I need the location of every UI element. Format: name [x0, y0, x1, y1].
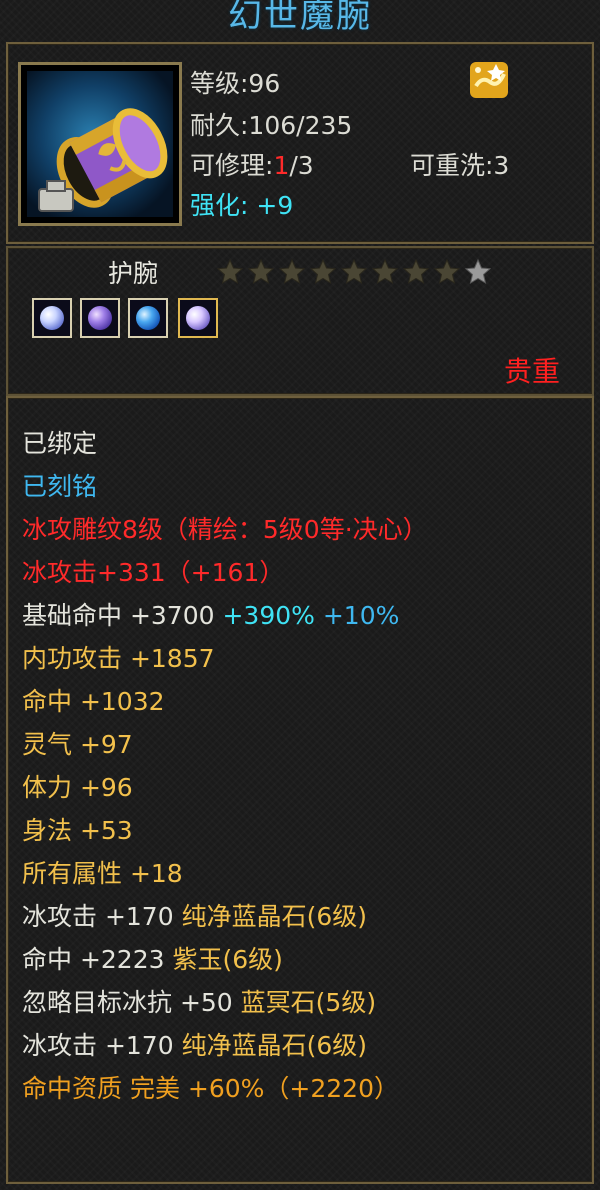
attribute-segment: 内功攻击 +1857 [22, 644, 215, 673]
star-filled-icon [278, 258, 306, 285]
enhance-value: +9 [256, 191, 294, 220]
attribute-segment: 基础命中 +3700 [22, 601, 223, 630]
attribute-line: 体力 +96 [22, 766, 582, 809]
attribute-segment: 纯净蓝晶石(6级) [181, 1031, 367, 1060]
attribute-segment: 体力 +96 [22, 773, 133, 802]
attribute-segment: 已刻铭 [22, 472, 98, 501]
attribute-line: 冰攻击 +170 纯净蓝晶石(6级) [22, 895, 582, 938]
socket-blue-white-gem-icon[interactable] [32, 298, 72, 338]
purple-golden-bracer-icon [27, 71, 173, 217]
item-tooltip: 幻世魔腕 等级:96 耐久:106/235 可修理:1/3 可重洗:3 强化: … [0, 0, 600, 1190]
attribute-segment: 冰攻雕纹8级（精绘：5级0等·决心） [22, 515, 428, 544]
item-repairable: 可修理:1/3 [190, 146, 314, 182]
star-filled-icon [247, 258, 275, 285]
attribute-line: 内功攻击 +1857 [22, 637, 582, 680]
attribute-segment: 冰攻击+331（+161） [22, 558, 285, 587]
attribute-line: 命中 +1032 [22, 680, 582, 723]
attribute-segment: 命中 +1032 [22, 687, 165, 716]
sparkle-gem-icon[interactable] [466, 56, 512, 102]
repair-label: 可修理: [190, 151, 274, 180]
star-filled-icon [340, 258, 368, 285]
attribute-line: 所有属性 +18 [22, 852, 582, 895]
attribute-segment: 冰攻击 +170 [22, 1031, 182, 1060]
repair-total: /3 [289, 151, 314, 180]
attribute-line: 基础命中 +3700 +390% +10% [22, 594, 582, 637]
socket-blue-white-gem-icon[interactable] [178, 298, 218, 338]
enhance-label: 强化: [190, 191, 249, 220]
star-filled-icon [402, 258, 430, 285]
star-filled-icon [371, 258, 399, 285]
attribute-line: 冰攻雕纹8级（精绘：5级0等·决心） [22, 508, 582, 551]
attribute-segment: +390% [222, 601, 323, 630]
attribute-segment: 已绑定 [22, 429, 98, 458]
attribute-segment: 紫玉(6级) [172, 945, 283, 974]
attribute-line: 已刻铭 [22, 465, 582, 508]
attribute-segment: 忽略目标冰抗 +50 [22, 988, 241, 1017]
attribute-line: 已绑定 [22, 422, 582, 465]
item-title: 幻世魔腕 [228, 0, 372, 36]
attribute-line: 冰攻击+331（+161） [22, 551, 582, 594]
item-level: 等级:96 [190, 69, 281, 98]
attribute-list: 已绑定已刻铭冰攻雕纹8级（精绘：5级0等·决心） 冰攻击+331（+161） 基础命… [22, 422, 582, 1110]
item-icon-frame[interactable] [18, 62, 182, 226]
socket-blue-crystal-gem-icon[interactable] [128, 298, 168, 338]
item-slot: 护腕 [108, 259, 159, 288]
attribute-line: 冰攻击 +170 纯净蓝晶石(6级) [22, 1024, 582, 1067]
attribute-segment: 纯净蓝晶石(6级) [181, 902, 367, 931]
star-filled-icon [309, 258, 337, 285]
item-durability: 耐久:106/235 [190, 111, 353, 140]
socket-purple-gem-icon[interactable] [80, 298, 120, 338]
attribute-segment: 所有属性 +18 [22, 859, 183, 888]
attribute-line: 忽略目标冰抗 +50 蓝冥石(5级) [22, 981, 582, 1024]
star-empty-icon [464, 258, 492, 285]
precious-label: 贵重 [503, 355, 560, 388]
attribute-segment: 蓝冥石(5级) [240, 988, 377, 1017]
star-filled-icon [216, 258, 244, 285]
repair-current: 1 [273, 151, 290, 180]
attribute-segment: +10% [322, 601, 400, 630]
item-enhance: 强化: +9 [190, 186, 293, 222]
attribute-segment: 冰攻击 +170 [22, 902, 182, 931]
star-filled-icon [433, 258, 461, 285]
attribute-segment: 身法 +53 [22, 816, 133, 845]
attribute-segment: 灵气 +97 [22, 730, 133, 759]
attribute-line: 身法 +53 [22, 809, 582, 852]
attribute-line: 灵气 +97 [22, 723, 582, 766]
attribute-segment: 命中资质 完美 +60%（+2220） [22, 1074, 399, 1103]
attribute-line: 命中资质 完美 +60%（+2220） [22, 1067, 582, 1110]
item-rewash: 可重洗:3 [410, 151, 510, 180]
attribute-line: 命中 +2223 紫玉(6级) [22, 938, 582, 981]
attribute-segment: 命中 +2223 [22, 945, 173, 974]
